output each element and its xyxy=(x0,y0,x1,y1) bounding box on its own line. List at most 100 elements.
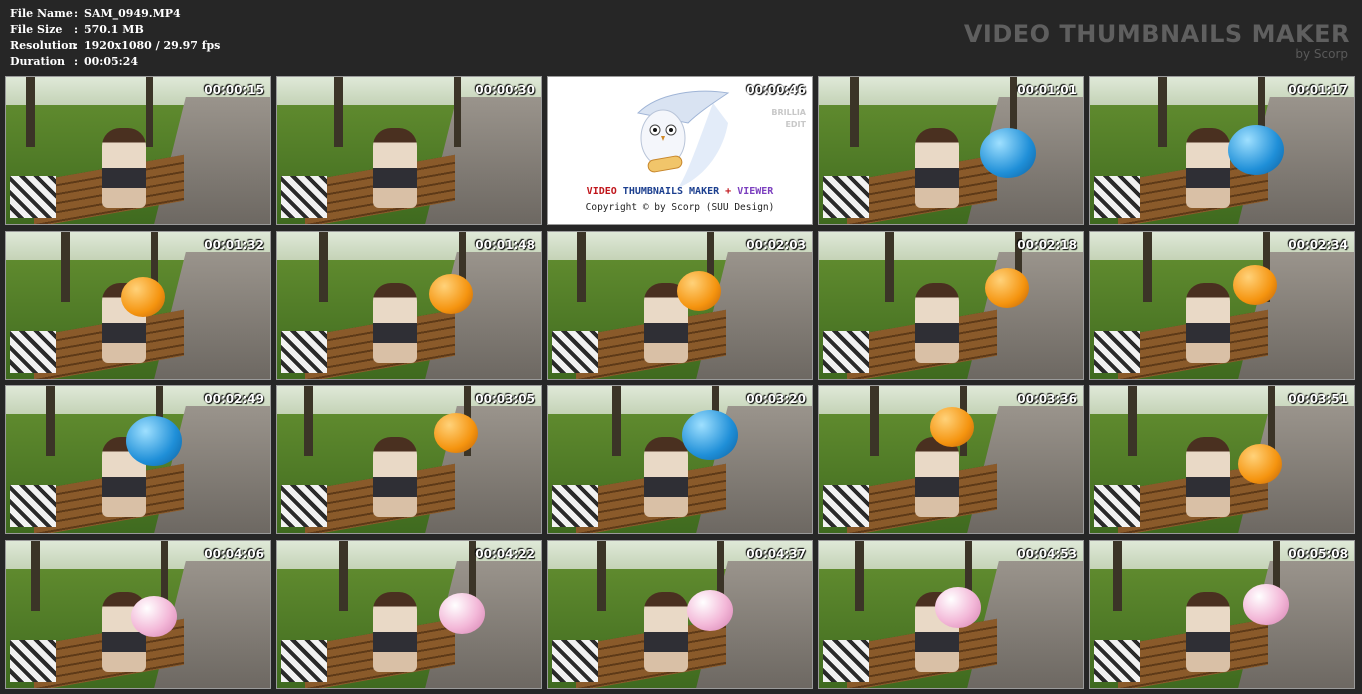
pink-balloon xyxy=(1243,584,1289,625)
info-key: File Size xyxy=(10,23,63,36)
video-thumbnail[interactable]: 00:01:17 xyxy=(1089,76,1355,225)
scene-person xyxy=(915,437,959,517)
timecode-label: 00:04:37 xyxy=(746,547,806,561)
video-thumbnail[interactable]: 00:04:53 xyxy=(818,540,1084,689)
scene-bag xyxy=(1094,485,1140,527)
scene-person xyxy=(373,592,417,672)
orange-balloon xyxy=(985,268,1029,308)
video-thumbnail[interactable]: 00:03:36 xyxy=(818,385,1084,534)
scene-tree xyxy=(1158,77,1167,147)
timecode-label: 00:03:20 xyxy=(746,392,806,406)
video-thumbnail[interactable]: 00:05:08 xyxy=(1089,540,1355,689)
orange-balloon xyxy=(930,407,974,447)
timecode-label: 00:02:03 xyxy=(746,238,806,252)
scene-person xyxy=(1186,128,1230,208)
thumbnail-frame-image xyxy=(277,77,541,224)
blue-balloon xyxy=(126,416,182,466)
video-thumbnail[interactable]: 00:02:49 xyxy=(5,385,271,534)
thumbnail-frame-image xyxy=(277,386,541,533)
video-thumbnail[interactable]: 00:02:34 xyxy=(1089,231,1355,380)
timecode-label: 00:05:08 xyxy=(1288,547,1348,561)
scene-bag xyxy=(823,176,869,218)
pink-balloon xyxy=(131,596,177,637)
scene-tree xyxy=(1143,232,1152,302)
video-thumbnail[interactable]: 00:03:20 xyxy=(547,385,813,534)
scene-bag xyxy=(1094,176,1140,218)
video-thumbnail[interactable]: 00:01:32 xyxy=(5,231,271,380)
scene-tree xyxy=(31,541,40,611)
timecode-label: 00:00:15 xyxy=(204,83,264,97)
timecode-label: 00:02:49 xyxy=(204,392,264,406)
orange-balloon xyxy=(434,413,478,453)
scene-tree xyxy=(855,541,864,611)
logo-side-line: BRILLIA xyxy=(771,108,806,117)
video-thumbnail[interactable]: BRILLIA EDIT VIDEO THUMBNAILS MAKER + VI… xyxy=(547,76,813,225)
logo-copyright: Copyright © by Scorp (SUU Design) xyxy=(585,202,775,213)
scene-tree xyxy=(146,77,153,147)
video-thumbnail[interactable]: 00:02:18 xyxy=(818,231,1084,380)
info-key: Resolution xyxy=(10,39,77,52)
scene-bag xyxy=(10,331,56,373)
thumbnail-frame-image xyxy=(819,232,1083,379)
scene-bag xyxy=(281,640,327,682)
video-thumbnail[interactable]: 00:00:30 xyxy=(276,76,542,225)
info-key: Duration xyxy=(10,55,66,68)
info-value: SAM_0949.MP4 xyxy=(84,7,181,20)
orange-balloon xyxy=(1238,444,1282,484)
video-thumbnail[interactable]: 00:04:06 xyxy=(5,540,271,689)
scene-bag xyxy=(1094,331,1140,373)
timecode-label: 00:01:48 xyxy=(475,238,535,252)
scene-person xyxy=(373,283,417,363)
scene-tree xyxy=(46,386,55,456)
timecode-label: 00:03:36 xyxy=(1017,392,1077,406)
video-thumbnail[interactable]: 00:00:15 xyxy=(5,76,271,225)
video-thumbnail[interactable]: 00:04:22 xyxy=(276,540,542,689)
logo-title-part: VIDEO xyxy=(586,186,623,197)
logo-title-part: + xyxy=(719,186,738,197)
scene-tree xyxy=(870,386,879,456)
scene-bag xyxy=(1094,640,1140,682)
thumbnail-frame-image xyxy=(6,386,270,533)
logo-side-text: BRILLIA EDIT xyxy=(746,107,806,131)
scene-bag xyxy=(823,640,869,682)
scene-bag xyxy=(823,331,869,373)
scene-bag xyxy=(823,485,869,527)
scene-tree xyxy=(577,232,586,302)
video-thumbnail[interactable]: 00:04:37 xyxy=(547,540,813,689)
thumbnail-frame-image xyxy=(1090,232,1354,379)
thumbnail-frame-image xyxy=(819,541,1083,688)
timecode-label: 00:03:05 xyxy=(475,392,535,406)
scene-person xyxy=(373,437,417,517)
orange-balloon xyxy=(429,274,473,314)
scene-tree xyxy=(1113,541,1122,611)
scene-tree xyxy=(850,77,859,147)
scene-bag xyxy=(10,640,56,682)
pink-balloon xyxy=(935,587,981,628)
timecode-label: 00:01:01 xyxy=(1017,83,1077,97)
logo-title-part: VIEWER xyxy=(737,186,774,197)
orange-balloon xyxy=(677,271,721,311)
info-value: 570.1 MB xyxy=(84,23,144,36)
video-thumbnail[interactable]: 00:02:03 xyxy=(547,231,813,380)
file-info-panel: File Name : SAM_0949.MP4 File Size : 570… xyxy=(10,6,220,70)
info-separator: : xyxy=(74,23,79,36)
video-thumbnail[interactable]: 00:01:48 xyxy=(276,231,542,380)
info-row-file-name: File Name : SAM_0949.MP4 xyxy=(10,6,220,22)
scene-bag xyxy=(281,176,327,218)
video-thumbnail[interactable]: 00:03:51 xyxy=(1089,385,1355,534)
scene-tree xyxy=(319,232,328,302)
scene-bag xyxy=(281,485,327,527)
thumbnail-frame-image xyxy=(6,232,270,379)
thumbnail-frame-image xyxy=(1090,77,1354,224)
orange-balloon xyxy=(1233,265,1277,305)
info-key: File Name xyxy=(10,7,73,20)
blue-balloon xyxy=(1228,125,1284,175)
thumbnail-frame-image xyxy=(1090,386,1354,533)
video-thumbnail[interactable]: 00:01:01 xyxy=(818,76,1084,225)
logo-title: VIDEO THUMBNAILS MAKER + VIEWER xyxy=(548,186,812,197)
thumbnail-frame-image xyxy=(548,386,812,533)
video-thumbnail[interactable]: 00:03:05 xyxy=(276,385,542,534)
timecode-label: 00:01:17 xyxy=(1288,83,1348,97)
timecode-label: 00:02:34 xyxy=(1288,238,1348,252)
thumbnail-frame-image xyxy=(548,232,812,379)
